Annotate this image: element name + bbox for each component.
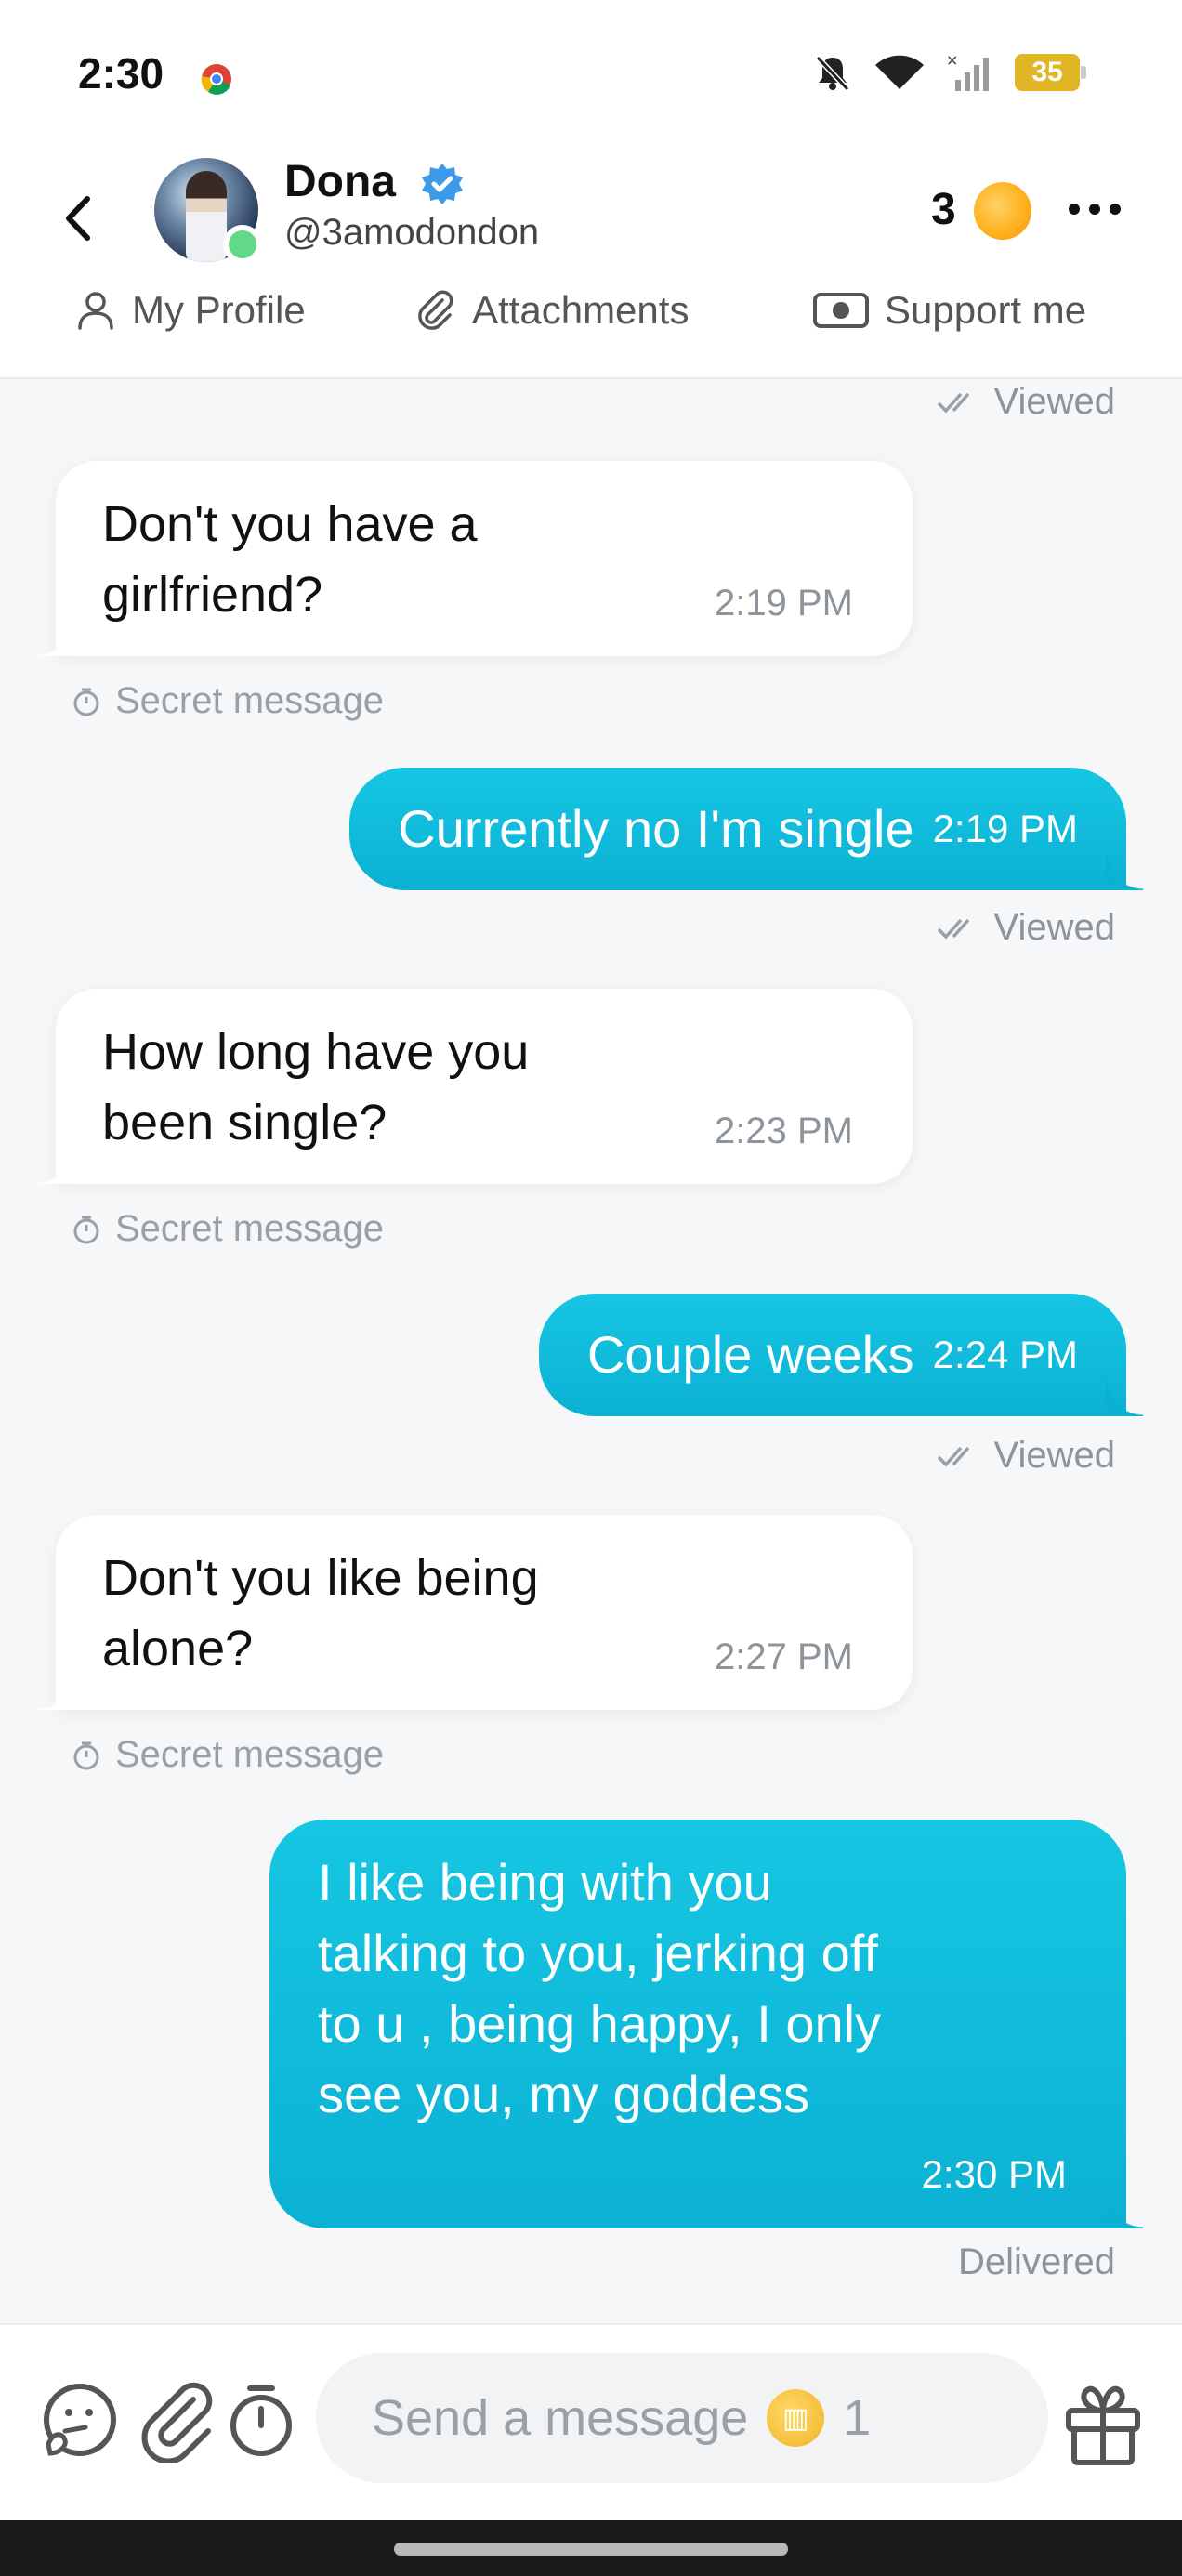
receipt-text: Viewed: [993, 1435, 1115, 1476]
incoming-message[interactable]: Don't you have a girlfriend? 2:19 PM: [39, 461, 913, 656]
message-text: Don't you have a girlfriend?: [102, 496, 478, 623]
tab-support-me[interactable]: Support me: [812, 288, 1086, 333]
timer-icon[interactable]: [219, 2379, 303, 2463]
message-placeholder: Send a message: [372, 2390, 749, 2446]
message-time: 2:19 PM: [715, 583, 853, 624]
secret-text: Secret message: [115, 680, 385, 721]
message-cost: 1: [843, 2390, 872, 2446]
read-receipt: Viewed: [937, 907, 1115, 949]
verified-badge-icon: [422, 164, 463, 204]
message-text: Couple weeks: [586, 1325, 914, 1384]
gift-icon[interactable]: [1061, 2377, 1145, 2466]
coin-icon[interactable]: [974, 182, 1031, 240]
tab-label: Support me: [885, 288, 1087, 332]
double-check-icon: [937, 392, 969, 414]
message-text: Currently no I'm single: [398, 799, 914, 858]
message-time: 2:19 PM: [932, 807, 1078, 850]
outgoing-message[interactable]: Couple weeks 2:24 PM: [538, 1294, 1144, 1416]
timer-icon: [73, 688, 99, 716]
back-button[interactable]: [56, 186, 102, 251]
read-receipt: Viewed: [937, 381, 1115, 423]
chat-header: Dona @3amodondon 3 My Profile Attachment…: [0, 130, 1182, 379]
svg-text:×: ×: [946, 52, 958, 69]
outgoing-message[interactable]: Currently no I'm single 2:19 PM: [349, 768, 1143, 890]
battery-level: 35: [1031, 57, 1063, 87]
coin-count: 3: [931, 185, 956, 234]
profile-tabs: My Profile Attachments Support me: [0, 288, 1182, 362]
message-list[interactable]: Viewed Don't you have a girlfriend? 2:19…: [0, 381, 1182, 2323]
attach-paperclip-icon[interactable]: [136, 2379, 219, 2463]
emoji-thinking-icon[interactable]: [37, 2379, 121, 2463]
message-time: 2:30 PM: [921, 2152, 1067, 2196]
tab-label: Attachments: [472, 288, 690, 332]
message-input[interactable]: Send a message ▥ 1: [316, 2353, 1048, 2483]
double-check-icon: [937, 918, 969, 940]
status-icons: × 35: [812, 52, 1086, 93]
timer-icon: [73, 1741, 99, 1769]
secret-message-label: Secret message: [71, 1734, 384, 1776]
receipt-text: Viewed: [993, 907, 1115, 948]
receipt-text: Viewed: [993, 381, 1115, 422]
receipt-text: Delivered: [958, 2241, 1115, 2282]
message-time: 2:23 PM: [715, 1111, 853, 1151]
timer-icon: [73, 1216, 99, 1243]
secret-text: Secret message: [115, 1734, 385, 1775]
person-icon: [78, 292, 113, 330]
incoming-message[interactable]: How long have you been single? 2:23 PM: [39, 989, 913, 1184]
signal-icon: ×: [946, 52, 989, 91]
tab-label: My Profile: [132, 288, 306, 332]
chrome-icon: [201, 64, 231, 95]
double-check-icon: [937, 1446, 969, 1467]
cash-icon: [813, 293, 869, 328]
read-receipt: Viewed: [937, 1435, 1115, 1477]
status-time: 2:30: [78, 49, 164, 98]
home-gesture-handle[interactable]: [394, 2543, 788, 2556]
system-nav-bar: [0, 2520, 1182, 2576]
secret-text: Secret message: [115, 1208, 385, 1249]
contact-handle: @3amodondon: [284, 212, 540, 253]
message-time: 2:24 PM: [932, 1333, 1078, 1376]
mute-bell-icon: [815, 55, 850, 92]
online-status-dot: [223, 225, 262, 264]
paperclip-icon: [418, 290, 453, 330]
delivery-status: Delivered: [958, 2241, 1115, 2283]
tab-attachments[interactable]: Attachments: [414, 288, 689, 333]
message-time: 2:27 PM: [715, 1636, 853, 1677]
coin-cost-icon: ▥: [767, 2389, 825, 2447]
battery-indicator: 35: [1015, 54, 1086, 91]
contact-name[interactable]: Dona: [284, 156, 396, 207]
message-text: Don't you like being alone?: [102, 1550, 539, 1676]
secret-message-label: Secret message: [71, 680, 384, 722]
incoming-message[interactable]: Don't you like being alone? 2:27 PM: [39, 1515, 913, 1710]
secret-message-label: Secret message: [71, 1208, 384, 1250]
more-options-button[interactable]: [1065, 195, 1124, 223]
message-text: How long have you been single?: [102, 1024, 530, 1150]
outgoing-message[interactable]: I like being with you talking to you, je…: [269, 1820, 1143, 2228]
wifi-icon: [875, 55, 924, 89]
tab-my-profile[interactable]: My Profile: [74, 288, 306, 333]
message-text: I like being with you talking to you, je…: [318, 1853, 882, 2123]
status-bar: 2:30 × 35: [0, 0, 1182, 130]
message-composer: Send a message ▥ 1: [0, 2323, 1182, 2520]
